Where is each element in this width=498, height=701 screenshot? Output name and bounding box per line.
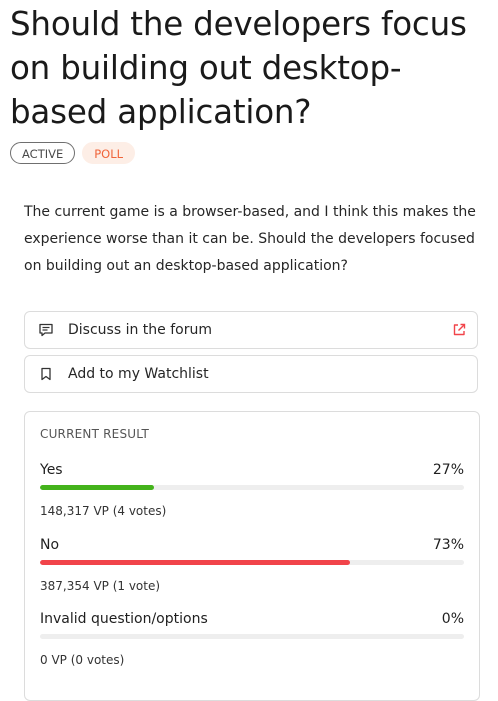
progress-fill-yes (40, 485, 155, 490)
bookmark-icon (38, 366, 54, 382)
progress-track (40, 485, 464, 490)
chat-bubble-icon (38, 322, 54, 338)
option-label: Invalid question/options (40, 611, 208, 627)
page-title: Should the developers focus on building … (10, 5, 467, 131)
progress-track (40, 560, 464, 565)
result-option-invalid: Invalid question/options 0% 0 VP (0 vote… (40, 610, 464, 668)
status-badge: ACTIVE (10, 142, 76, 164)
badge-row: ACTIVE POLL (10, 142, 136, 164)
add-watchlist-label: Add to my Watchlist (68, 366, 209, 382)
discuss-forum-link[interactable]: Discuss in the forum (24, 311, 478, 349)
option-label: Yes (40, 462, 63, 478)
option-percent: 73% (432, 537, 464, 553)
option-label: No (40, 537, 60, 553)
result-option-no: No 73% 387,354 VP (1 vote) (40, 536, 464, 594)
option-votes: 0 VP (0 votes) (40, 653, 125, 667)
option-percent: 0% (441, 611, 464, 627)
option-votes: 148,317 VP (4 votes) (40, 504, 167, 518)
option-votes: 387,354 VP (1 vote) (40, 579, 161, 593)
option-percent: 27% (432, 462, 464, 478)
current-result-panel: CURRENT RESULT Yes 27% 148,317 VP (4 vot… (24, 411, 480, 701)
add-watchlist-button[interactable]: Add to my Watchlist (24, 355, 478, 393)
external-link-icon (451, 322, 467, 338)
proposal-description: The current game is a browser-based, and… (24, 204, 476, 274)
discuss-forum-label: Discuss in the forum (68, 322, 212, 338)
result-option-yes: Yes 27% 148,317 VP (4 votes) (40, 461, 464, 519)
type-badge: POLL (82, 142, 136, 164)
results-title: CURRENT RESULT (40, 427, 150, 441)
progress-track (40, 634, 464, 639)
progress-fill-no (40, 560, 350, 565)
